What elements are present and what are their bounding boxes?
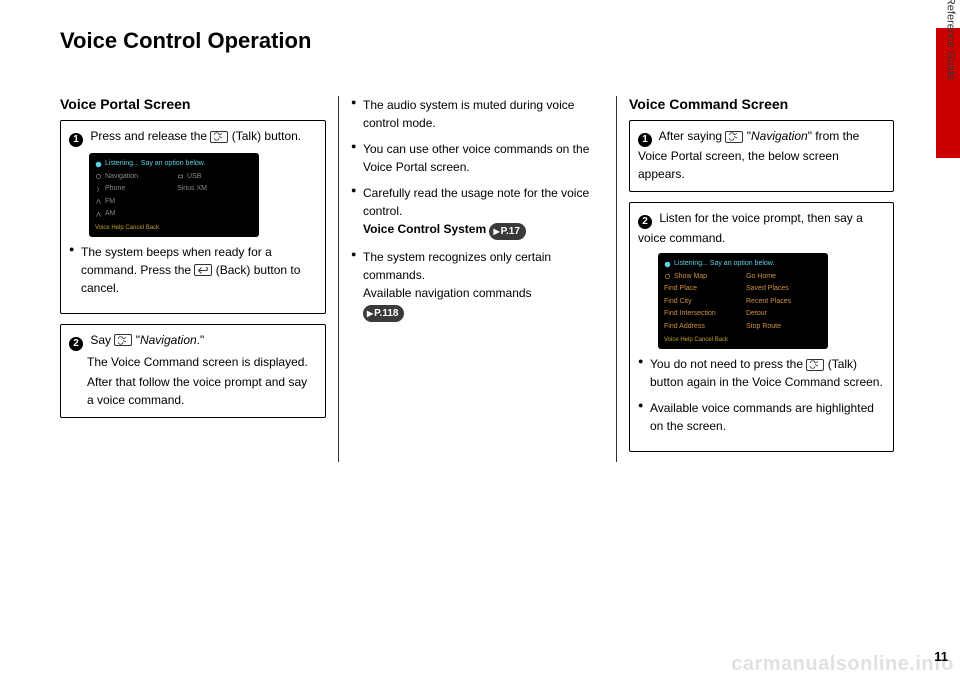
col2-bullet-4-text: The system recognizes only certain comma… bbox=[363, 250, 551, 282]
shot1-item: USB bbox=[187, 172, 201, 183]
shot2-item: Stop Route bbox=[746, 323, 781, 330]
command-screenshot: Listening... Say an option below. Show M… bbox=[658, 253, 828, 349]
step2-say: Say bbox=[90, 333, 114, 347]
shot2-item: Detour bbox=[746, 310, 767, 317]
page-title: Voice Control Operation bbox=[60, 28, 900, 54]
shot2-item: Find Place bbox=[664, 285, 697, 292]
step-box-2: 2 Say "Navigation." The Voice Command sc… bbox=[60, 324, 326, 418]
page-ref-icon: P.17 bbox=[489, 223, 525, 240]
step-box-1: 1 Press and release the (Talk) button. L… bbox=[60, 120, 326, 314]
shot2-bar: Listening... Say an option below. bbox=[674, 259, 774, 270]
step2-nav: Navigation bbox=[140, 333, 197, 347]
step-box-3-1: 1 After saying "Navigation" from the Voi… bbox=[629, 120, 894, 192]
voice-portal-heading: Voice Portal Screen bbox=[60, 96, 326, 112]
talk-icon bbox=[806, 359, 824, 371]
shot2-item: Find City bbox=[664, 298, 692, 305]
step1-text-a: Press and release the bbox=[90, 129, 210, 143]
col2-bullet-2: You can use other voice commands on the … bbox=[351, 140, 604, 176]
step2-line2: The Voice Command screen is displayed. bbox=[87, 353, 317, 371]
portal-screenshot: Listening... Say an option below. Naviga… bbox=[89, 153, 259, 237]
back-icon bbox=[194, 264, 212, 276]
content-columns: Voice Portal Screen 1 Press and release … bbox=[60, 96, 900, 462]
shot2-item: Recent Places bbox=[746, 298, 791, 305]
shot2-item: Go Home bbox=[746, 273, 776, 280]
step-number-2: 2 bbox=[69, 337, 83, 351]
shot2-item: Show Map bbox=[674, 272, 707, 283]
box32-line: Listen for the voice prompt, then say a … bbox=[638, 211, 863, 245]
step2-line3: After that follow the voice prompt and s… bbox=[87, 373, 317, 409]
page-ref-icon: P.118 bbox=[363, 305, 404, 322]
shot1-item: Navigation bbox=[105, 172, 138, 183]
shot1-footer: Voice Help Cancel Back bbox=[95, 224, 253, 233]
col2-bullet-3-text: Carefully read the usage note for the vo… bbox=[363, 186, 589, 218]
shot1-item: Sirius XM bbox=[177, 184, 207, 195]
step-number-2b: 2 bbox=[638, 215, 652, 229]
shot1-item: FM bbox=[105, 197, 115, 208]
col2-bullet-3: Carefully read the usage note for the vo… bbox=[351, 184, 604, 240]
box31-a: After saying bbox=[659, 129, 726, 143]
talk-icon bbox=[725, 131, 743, 143]
shot2-item: Saved Places bbox=[746, 285, 789, 292]
voice-command-heading: Voice Command Screen bbox=[629, 96, 894, 112]
shot2-footer: Voice Help Cancel Back bbox=[664, 336, 822, 345]
shot1-item: Phone bbox=[105, 184, 125, 195]
col2-avail: Available navigation commands bbox=[363, 286, 532, 300]
step-box-3-2: 2 Listen for the voice prompt, then say … bbox=[629, 202, 894, 452]
step1-text-b: (Talk) button. bbox=[232, 129, 301, 143]
shot1-item: AM bbox=[105, 209, 116, 220]
step-number-1b: 1 bbox=[638, 133, 652, 147]
watermark: carmanualsonline.info bbox=[731, 653, 954, 676]
shot2-item: Find Address bbox=[664, 323, 705, 330]
box32-bullet2: Available voice commands are highlighted… bbox=[638, 399, 885, 435]
talk-icon bbox=[114, 334, 132, 346]
step1-bullet: The system beeps when ready for a comman… bbox=[69, 243, 317, 297]
box32-b1a: You do not need to press the bbox=[650, 357, 806, 371]
shot2-item: Find Intersection bbox=[664, 310, 716, 317]
box31-nav: Navigation bbox=[751, 129, 808, 143]
col2-bullet-1: The audio system is muted during voice c… bbox=[351, 96, 604, 132]
ref1-label: Voice Control System bbox=[363, 222, 486, 236]
col2-bullet-4: The system recognizes only certain comma… bbox=[351, 248, 604, 322]
step-number-1: 1 bbox=[69, 133, 83, 147]
column-1: Voice Portal Screen 1 Press and release … bbox=[60, 96, 338, 462]
step2-q2: ." bbox=[197, 333, 205, 347]
box32-bullet1: You do not need to press the (Talk) butt… bbox=[638, 355, 885, 391]
page-body: Voice Control Operation Voice Portal Scr… bbox=[0, 0, 960, 482]
shot1-bar: Listening... Say an option below. bbox=[105, 159, 205, 170]
column-2: The audio system is muted during voice c… bbox=[338, 96, 616, 462]
talk-icon bbox=[210, 131, 228, 143]
column-3: Voice Command Screen 1 After saying "Nav… bbox=[616, 96, 894, 462]
